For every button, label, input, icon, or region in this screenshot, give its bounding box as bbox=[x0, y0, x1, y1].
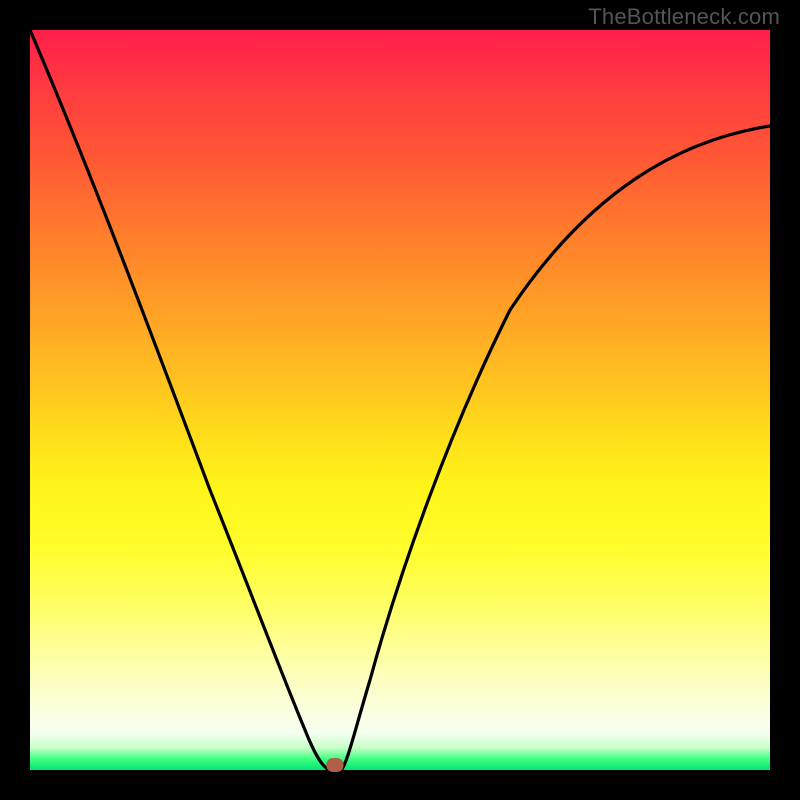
watermark-text: TheBottleneck.com bbox=[588, 4, 780, 30]
chart-frame: TheBottleneck.com bbox=[0, 0, 800, 800]
bottleneck-marker bbox=[327, 758, 344, 772]
curve-path bbox=[30, 30, 770, 769]
plot-area bbox=[30, 30, 770, 770]
bottleneck-curve bbox=[30, 30, 770, 770]
